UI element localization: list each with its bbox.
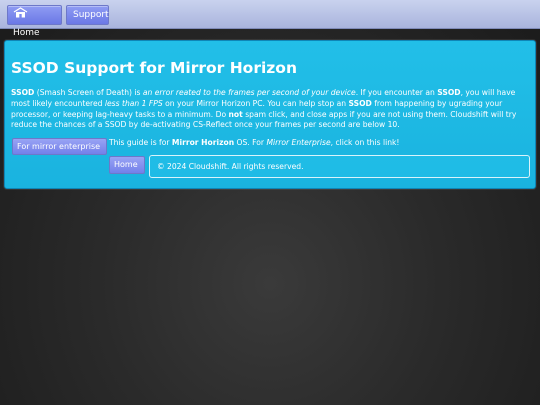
- text-run: , click on this link!: [330, 138, 400, 147]
- top-nav-bar: Home Support: [0, 0, 540, 38]
- page-title: SSOD Support for Mirror Horizon: [11, 59, 297, 77]
- mirror-enterprise-button[interactable]: For mirror enterprise: [12, 138, 107, 155]
- ssod-description: SSOD (Smash Screen of Death) is an error…: [11, 88, 530, 131]
- text-run: (Smash Screen of Death) is: [34, 88, 143, 97]
- guide-note: This guide is for Mirror Horizon OS. For…: [109, 138, 399, 148]
- text-run: on your Mirror Horizon PC. You can help …: [162, 98, 349, 108]
- text-strong: not: [228, 109, 243, 119]
- home-button[interactable]: Home: [109, 156, 145, 174]
- text-emphasis: an error reated to the frames per second…: [142, 88, 356, 97]
- text-emphasis: less than 1 FPS: [104, 98, 163, 108]
- support-nav-button[interactable]: Support: [66, 5, 109, 25]
- text-strong: Mirror Horizon: [171, 138, 235, 147]
- home-icon: [13, 7, 28, 18]
- text-run: OS. For: [234, 138, 267, 147]
- home-nav-label: Home: [13, 28, 40, 38]
- text-run: This guide is for: [109, 138, 172, 147]
- home-nav-button[interactable]: Home: [7, 5, 62, 38]
- text-emphasis: Mirror Enterprise: [266, 138, 331, 147]
- content-panel: SSOD Support for Mirror Horizon SSOD (Sm…: [4, 40, 536, 189]
- text-run: . If you encounter an: [355, 88, 438, 97]
- footer-copyright: © 2024 Cloudshift. All rights reserved.: [149, 155, 530, 178]
- text-strong: SSOD: [11, 88, 35, 97]
- text-strong: SSOD: [348, 98, 372, 108]
- text-strong: SSOD: [437, 88, 461, 97]
